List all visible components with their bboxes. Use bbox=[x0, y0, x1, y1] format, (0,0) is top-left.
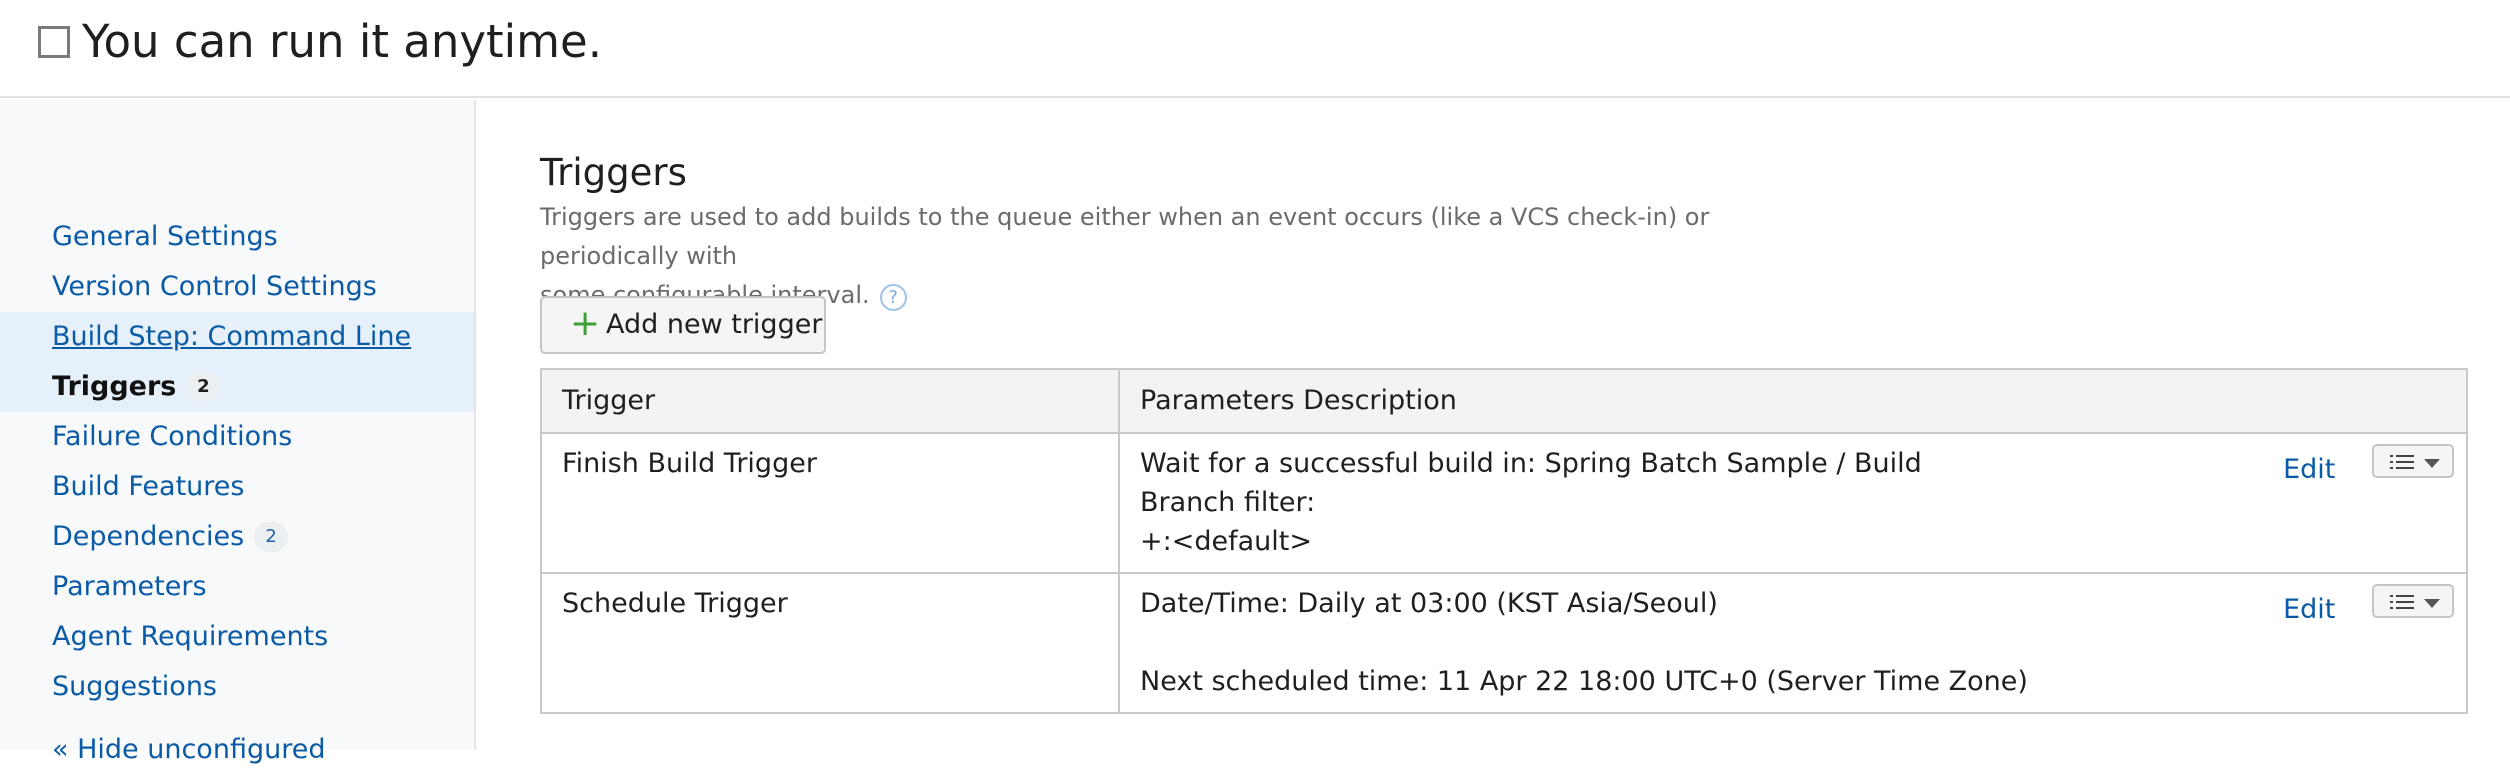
list-menu-button[interactable] bbox=[2372, 584, 2454, 618]
row-actions: Edit bbox=[2283, 444, 2454, 485]
parameter-line: Date/Time: Daily at 03:00 (KST Asia/Seou… bbox=[1140, 588, 1718, 619]
parameter-line: Wait for a successful build in: Spring B… bbox=[1140, 448, 1922, 479]
sidebar-item-label: Dependencies bbox=[52, 521, 245, 552]
sidebar-item-dependencies[interactable]: Dependencies 2 bbox=[0, 512, 474, 562]
parameter-line: +:<default> bbox=[1140, 526, 1312, 557]
parameter-line-blank bbox=[1140, 623, 2246, 662]
add-new-trigger-button[interactable]: + Add new trigger bbox=[540, 296, 826, 354]
column-header-trigger: Trigger bbox=[540, 368, 1120, 434]
triggers-count-badge: 2 bbox=[186, 372, 221, 402]
sidebar-item-triggers[interactable]: Triggers 2 bbox=[0, 362, 474, 412]
help-icon[interactable]: ? bbox=[879, 284, 907, 311]
parameter-line: Branch filter: bbox=[1140, 487, 1316, 518]
trigger-name: Schedule Trigger bbox=[540, 572, 1120, 714]
edit-link[interactable]: Edit bbox=[2283, 454, 2335, 485]
page-title: You can run it anytime. bbox=[82, 15, 603, 68]
sidebar-item-label: Triggers bbox=[52, 371, 177, 402]
sidebar-item-parameters[interactable]: Parameters bbox=[0, 562, 474, 612]
add-new-trigger-label: Add new trigger bbox=[606, 309, 823, 340]
parameters-description: Wait for a successful build in: Spring B… bbox=[1118, 432, 2468, 574]
table-header-row: Trigger Parameters Description bbox=[540, 368, 2468, 434]
chevron-down-icon bbox=[2424, 459, 2440, 468]
plus-icon: + bbox=[570, 303, 601, 344]
sidebar-item-build-step[interactable]: Build Step: Command Line bbox=[0, 312, 474, 362]
trigger-name: Finish Build Trigger bbox=[540, 432, 1120, 574]
table-row: Schedule Trigger Date/Time: Daily at 03:… bbox=[540, 572, 2468, 714]
list-menu-button[interactable] bbox=[2372, 444, 2454, 478]
sidebar-item-agent-requirements[interactable]: Agent Requirements bbox=[0, 612, 474, 662]
main-content: Triggers Triggers are used to add builds… bbox=[478, 100, 2510, 750]
dependencies-count-badge: 2 bbox=[254, 522, 289, 552]
page-header: You can run it anytime. bbox=[0, 0, 2510, 98]
sidebar-item-build-features[interactable]: Build Features bbox=[0, 462, 474, 512]
chevron-down-icon bbox=[2424, 599, 2440, 608]
row-actions: Edit bbox=[2283, 584, 2454, 625]
description-line-1: Triggers are used to add builds to the q… bbox=[540, 203, 1710, 270]
list-menu-icon bbox=[2390, 595, 2414, 609]
checkbox-icon[interactable] bbox=[38, 26, 70, 58]
triggers-table: Trigger Parameters Description Finish Bu… bbox=[540, 368, 2468, 714]
sidebar-item-general-settings[interactable]: General Settings bbox=[0, 212, 474, 262]
edit-link[interactable]: Edit bbox=[2283, 594, 2335, 625]
parameters-description: Date/Time: Daily at 03:00 (KST Asia/Seou… bbox=[1118, 572, 2468, 714]
column-header-parameters: Parameters Description bbox=[1118, 368, 2468, 434]
hide-unconfigured-link[interactable]: « Hide unconfigured bbox=[0, 725, 474, 775]
table-row: Finish Build Trigger Wait for a successf… bbox=[540, 432, 2468, 574]
parameter-line: Next scheduled time: 11 Apr 22 18:00 UTC… bbox=[1140, 666, 2028, 697]
section-heading: Triggers bbox=[540, 151, 687, 194]
sidebar-item-suggestions[interactable]: Suggestions bbox=[0, 662, 474, 712]
sidebar: General Settings Version Control Setting… bbox=[0, 100, 476, 765]
sidebar-item-version-control-settings[interactable]: Version Control Settings bbox=[0, 262, 474, 312]
list-menu-icon bbox=[2390, 455, 2414, 469]
sidebar-item-failure-conditions[interactable]: Failure Conditions bbox=[0, 412, 474, 462]
